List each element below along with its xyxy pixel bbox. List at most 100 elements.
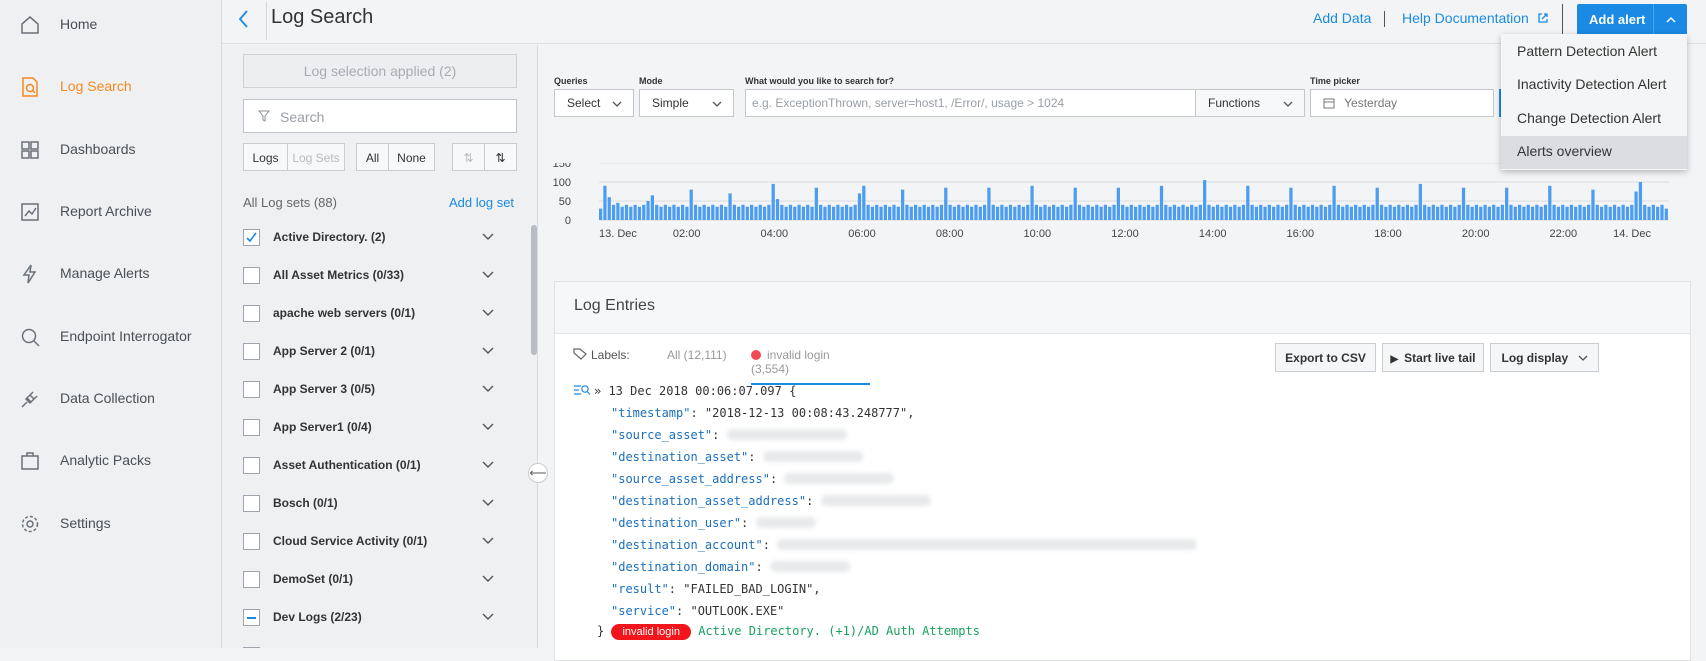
tab-all[interactable]: All (12,111): [667, 348, 727, 362]
menu-item-change-detection-alert[interactable]: Change Detection Alert: [1501, 103, 1687, 136]
functions-label: Functions: [1208, 96, 1261, 110]
menu-item-inactivity-detection-alert[interactable]: Inactivity Detection Alert: [1501, 69, 1687, 102]
chart-bar: [1224, 204, 1228, 220]
logset-checkbox[interactable]: [243, 457, 260, 474]
chevron-down-icon[interactable]: [481, 383, 495, 395]
logset-scrollbar[interactable]: [531, 225, 537, 355]
back-arrow-icon[interactable]: [232, 6, 256, 32]
chart-bar: [1159, 185, 1164, 220]
add-log-set-link[interactable]: Add log set: [449, 195, 514, 210]
report-archive-icon: [21, 203, 39, 221]
chart-bar: [939, 204, 944, 220]
logset-checkbox-partial[interactable]: [243, 609, 260, 626]
chart-bar: [1530, 206, 1535, 220]
logset-row[interactable]: apache web servers (0/1): [243, 301, 499, 331]
logset-checkbox[interactable]: [243, 419, 260, 436]
logset-search-input[interactable]: Search: [243, 99, 517, 133]
invalid-login-tag[interactable]: invalid login: [611, 624, 691, 640]
logset-checkbox[interactable]: [243, 381, 260, 398]
logset-row[interactable]: App Server1 (0/4): [243, 415, 499, 445]
segment-none[interactable]: None: [388, 143, 435, 171]
sort-ascending-button[interactable]: ⇅: [452, 143, 485, 171]
menu-item-pattern-detection-alert[interactable]: Pattern Detection Alert: [1501, 36, 1687, 69]
logset-row[interactable]: Asset Authentication (0/1): [243, 453, 499, 483]
segment-logs[interactable]: Logs: [243, 143, 288, 171]
logset-checkbox[interactable]: [243, 495, 260, 512]
logset-row[interactable]: All Asset Metrics (0/33): [243, 263, 499, 293]
export-csv-button[interactable]: Export to CSV: [1275, 343, 1376, 372]
logset-row[interactable]: App Server 3 (0/5): [243, 377, 499, 407]
chevron-down-icon[interactable]: [481, 535, 495, 547]
chart-bar: [767, 204, 771, 220]
chart-bar: [831, 206, 836, 220]
start-live-tail-button[interactable]: ▶ Start live tail: [1382, 343, 1484, 372]
nav-item-dashboards[interactable]: Dashboards: [0, 129, 222, 169]
help-documentation-link[interactable]: Help Documentation: [1402, 10, 1549, 26]
search-query-input[interactable]: e.g. ExceptionThrown, server=host1, /Err…: [745, 89, 1196, 117]
chevron-down-icon[interactable]: [481, 459, 495, 471]
logset-row[interactable]: Bosch (0/1): [243, 491, 499, 521]
nav-item-log-search[interactable]: Log Search: [0, 66, 222, 106]
chevron-down-icon[interactable]: [481, 573, 495, 585]
chart-bar: [1483, 204, 1487, 220]
add-data-link[interactable]: Add Data: [1313, 10, 1371, 26]
top-bar: Log Search Add Data Help Documentation A…: [222, 0, 1706, 44]
log-display-button[interactable]: Log display: [1490, 343, 1599, 372]
logset-checkbox-checked[interactable]: [243, 229, 260, 246]
sort-descending-button[interactable]: ⇅: [484, 143, 517, 171]
add-alert-caret[interactable]: [1653, 4, 1687, 36]
chart-bar: [819, 204, 823, 220]
logset-row[interactable]: Dev Logs (2/23): [243, 605, 499, 635]
nav-label-log-search: Log Search: [60, 78, 132, 94]
chevron-down-icon[interactable]: [481, 269, 495, 281]
chart-bar: [1138, 204, 1142, 220]
logset-row[interactable]: Cloud Service Activity (0/1): [243, 529, 499, 559]
chart-bar: [745, 206, 749, 220]
tab-invalid-login[interactable]: invalid login (3,554): [751, 348, 870, 385]
log-entry-header[interactable]: » 13 Dec 2018 00:06:07.097 {: [573, 384, 796, 398]
chevron-down-icon[interactable]: [481, 231, 495, 243]
mode-select[interactable]: Simple: [639, 89, 734, 117]
chart-bar: [1008, 204, 1013, 220]
nav-item-analytic-packs[interactable]: Analytic Packs: [0, 440, 222, 480]
nav-item-data-collection[interactable]: Data Collection: [0, 378, 222, 418]
segment-log-sets[interactable]: Log Sets: [287, 143, 345, 171]
chart-bar: [1233, 204, 1237, 220]
logset-name: Dev Logs (2/23): [273, 610, 362, 624]
nav-item-home[interactable]: Home: [0, 4, 222, 44]
chevron-down-icon[interactable]: [481, 421, 495, 433]
logset-checkbox[interactable]: [243, 267, 260, 284]
nav-item-manage-alerts[interactable]: Manage Alerts: [0, 253, 222, 293]
logset-checkbox[interactable]: [243, 343, 260, 360]
log-source-link[interactable]: Active Directory. (+1)/AD Auth Attempts: [698, 624, 980, 638]
logset-row[interactable]: App Server 2 (0/1): [243, 339, 499, 369]
add-alert-button[interactable]: Add alert: [1577, 4, 1687, 36]
partial-mark: [247, 617, 256, 619]
nav-item-settings[interactable]: Settings: [0, 503, 222, 543]
segment-all[interactable]: All: [356, 143, 389, 171]
logset-checkbox[interactable]: [243, 571, 260, 588]
logset-row-partial-visible[interactable]: [243, 643, 499, 648]
nav-item-endpoint-interrogator[interactable]: Endpoint Interrogator: [0, 316, 222, 356]
time-picker[interactable]: Yesterday: [1310, 89, 1494, 117]
nav-item-report-archive[interactable]: Report Archive: [0, 191, 222, 231]
log-selection-applied-button[interactable]: Log selection applied (2): [243, 54, 517, 88]
chart-bar: [1064, 206, 1069, 220]
chevron-down-icon[interactable]: [481, 497, 495, 509]
play-icon: ▶: [1390, 354, 1399, 365]
logset-checkbox[interactable]: [243, 305, 260, 322]
chart-bar: [1561, 204, 1565, 220]
chevron-down-icon[interactable]: [481, 345, 495, 357]
logset-checkbox[interactable]: [243, 533, 260, 550]
chart-bar: [1211, 206, 1215, 220]
context-search-icon[interactable]: [573, 384, 591, 396]
logset-row[interactable]: DemoSet (0/1): [243, 567, 499, 597]
functions-select[interactable]: Functions: [1195, 89, 1305, 117]
menu-item-alerts-overview[interactable]: Alerts overview: [1501, 136, 1687, 169]
chevron-down-icon[interactable]: [481, 307, 495, 319]
chevron-down-icon[interactable]: [481, 611, 495, 623]
logset-row[interactable]: Active Directory. (2): [243, 225, 499, 255]
queries-select[interactable]: Select: [554, 89, 634, 117]
chart-bar: [1479, 206, 1483, 220]
chart-bar: [1004, 206, 1008, 220]
